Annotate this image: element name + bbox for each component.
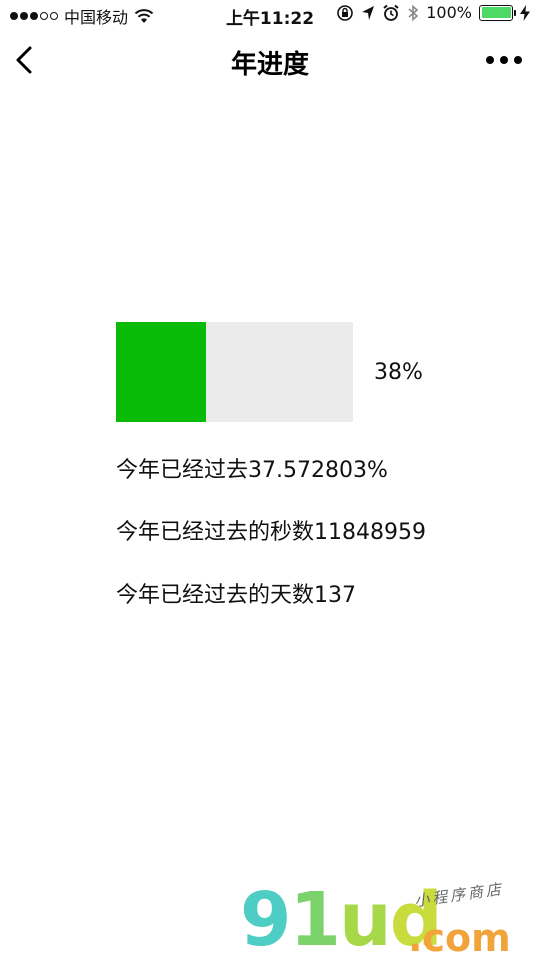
battery-percent: 100% xyxy=(426,3,472,22)
progress-percent-label: 38% xyxy=(374,359,423,385)
bluetooth-icon xyxy=(407,4,419,22)
charging-bolt-icon xyxy=(520,4,530,21)
progress-track xyxy=(116,322,353,422)
orientation-lock-icon xyxy=(336,4,354,22)
status-right: 100% xyxy=(336,3,530,22)
alarm-icon xyxy=(382,4,400,22)
watermark-domain: .com xyxy=(408,916,511,960)
seconds-passed-text: 今年已经过去的秒数11848959 xyxy=(116,520,426,545)
progress-fill xyxy=(116,322,207,422)
days-passed-text: 今年已经过去的天数137 xyxy=(116,583,356,608)
watermark-logo: 91ud .com 小程序商店 xyxy=(240,880,530,960)
status-bar: 中国移动 上午11:22 100% xyxy=(0,0,540,30)
more-dots-icon[interactable] xyxy=(486,56,522,64)
nav-bar: 年进度 xyxy=(0,30,540,90)
location-arrow-icon xyxy=(361,5,375,21)
page-title: 年进度 xyxy=(230,50,309,80)
year-progress: 38% xyxy=(116,322,423,422)
battery-icon xyxy=(479,4,516,21)
percent-passed-text: 今年已经过去37.572803% xyxy=(116,458,388,483)
